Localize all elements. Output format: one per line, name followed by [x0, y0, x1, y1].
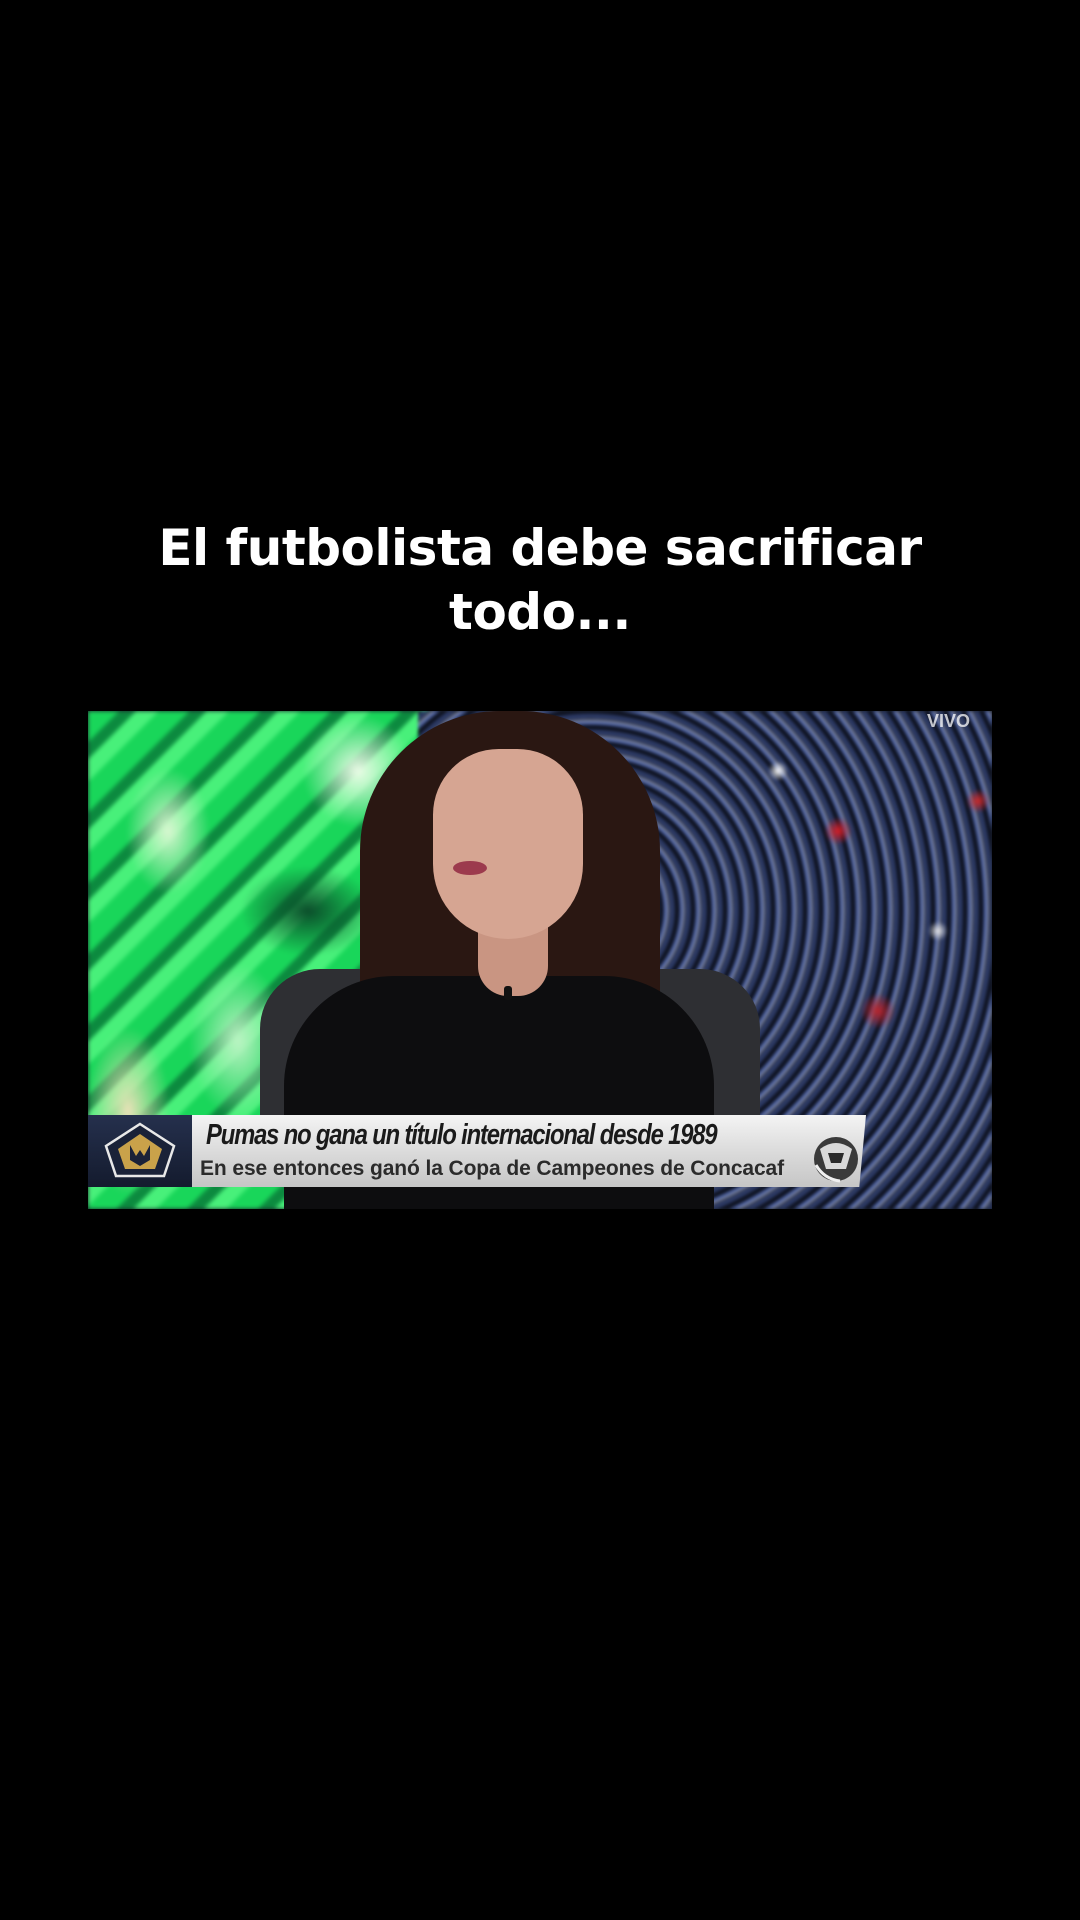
lower-third: Pumas no gana un título internacional de… — [88, 1115, 866, 1187]
lower-third-bar: Pumas no gana un título internacional de… — [192, 1115, 866, 1187]
lower-third-subline: En ese entonces ganó la Copa de Campeone… — [200, 1157, 785, 1180]
video-frame[interactable]: VIVO Pumas no gana un título internacion… — [88, 711, 992, 1209]
presenter-face — [433, 749, 583, 939]
lapel-mic — [504, 986, 512, 1000]
soccer-ball-icon — [814, 1137, 858, 1183]
pumas-logo-icon — [104, 1122, 176, 1178]
overlay-caption: El futbolista debe sacrificar todo... — [158, 519, 922, 641]
lower-third-logo-box — [88, 1115, 192, 1187]
screen: El futbolista debe sacrificar todo... VI… — [0, 0, 1080, 1920]
live-tag: VIVO — [926, 711, 970, 731]
presenter-mouth — [453, 861, 487, 875]
lower-third-headline: Pumas no gana un título internacional de… — [206, 1119, 718, 1151]
